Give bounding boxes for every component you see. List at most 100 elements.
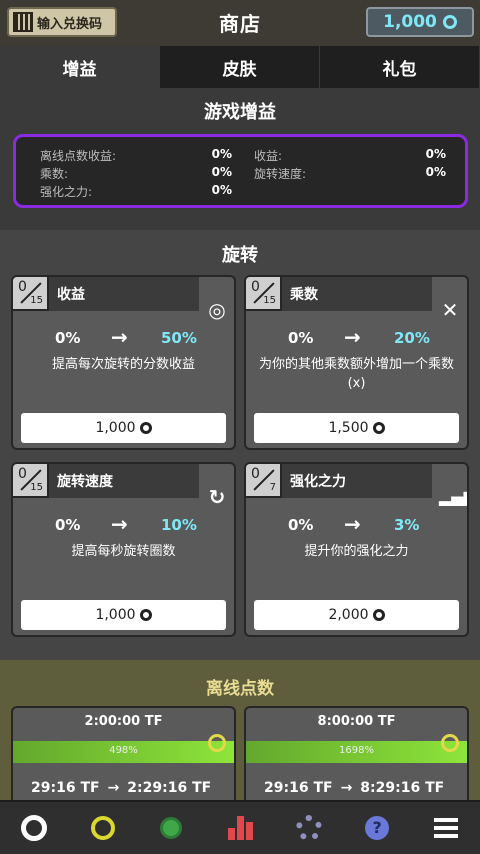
price-label: 1,000 [95,607,136,623]
nav-menu[interactable] [411,802,480,854]
progress-bar: 1698% [246,741,467,763]
tab-skins[interactable]: 皮肤 [160,46,320,88]
offline-card-8h[interactable]: 8:00:00 TF 1698% 29:16 TF → 8:29:16 TF [244,706,469,806]
value-next: 20% [394,329,430,347]
level-current: 0 [18,466,27,482]
section-title: 旋转 [222,245,258,266]
buy-button[interactable]: 1,500 [254,413,459,443]
upgrade-description: 提升你的强化之力 [304,544,409,559]
stat-label: 乘数: [40,167,69,181]
bar-chart-icon: ▂▄▆ [439,487,467,506]
upgrade-name: 收益 [49,277,199,311]
arrow-right-icon: → [344,512,361,536]
upgrade-description: 提高每秒旋转圈数 [71,544,176,559]
price-label: 2,000 [328,607,369,623]
stat-label: 收益: [254,149,283,163]
upgrade-card-income: 0 15 收益 ◎ 0% → 50% 提高每次旋转的分数收益 1,000 [11,275,236,450]
progress-bar: 498% [13,741,234,763]
stopwatch-icon [90,816,115,840]
offline-duration: 8:00:00 TF [317,714,396,729]
arrow-right-icon: → [344,325,361,349]
value-next: 8:29:16 TF [360,780,445,796]
section-title: 游戏增益 [204,102,276,123]
nav-stats[interactable] [206,802,275,854]
stat-offline-income: 离线点数收益: 0% [40,147,232,164]
buy-button[interactable]: 2,000 [254,600,459,630]
spin-section: 旋转 0 15 收益 ◎ 0% → 50% 提高每次旋转的分数收益 1,000 0… [0,230,480,660]
gear-icon [295,815,322,841]
game-gains-section: 游戏增益 离线点数收益: 0% 收益: 0% 乘数: 0% 旋转速度: 0% 强化之力:… [0,88,480,230]
stat-label: 强化之力: [40,185,93,199]
stat-boost-power: 强化之力: 0% [40,183,232,200]
shop-tabs: 增益 皮肤 礼包 [0,46,480,88]
stat-income: 收益: 0% [254,147,446,164]
value-current: 0% [55,329,81,347]
stat-value: 0% [211,165,232,179]
level-current: 0 [18,279,27,295]
bottom-nav: ? [0,800,480,854]
nav-settings[interactable] [274,802,343,854]
stopwatch-icon [208,734,226,752]
upgrade-description: 提高每次旋转的分数收益 [51,357,195,372]
multiply-icon: ✕ [441,298,459,322]
nav-achievements[interactable] [137,802,206,854]
level-current: 0 [251,279,260,295]
rotate-icon: ↻ [208,485,226,509]
upgrade-card-boost-power: 07 强化之力 ▂▄▆ 0% → 3% 提升你的强化之力 2,000 [244,462,469,637]
stopwatch-icon [441,734,459,752]
spin-currency-icon [139,609,152,621]
tab-boosts[interactable]: 增益 [0,46,160,88]
stat-value: 0% [425,165,446,179]
section-title: 离线点数 [206,679,274,699]
level-counter: 0 15 [246,277,282,311]
offline-change: 29:16 TF → 2:29:16 TF [31,780,211,796]
buy-button[interactable]: 1,000 [21,413,226,443]
value-current: 29:16 TF [264,780,333,796]
value-next: 10% [161,516,197,534]
upgrade-description: 为你的其他乘数额外增加一个乘数 (x) [258,357,454,391]
spin-currency-icon [372,422,385,434]
level-max: 15 [30,482,43,493]
level-counter: 07 [246,464,282,498]
tab-packs[interactable]: 礼包 [320,46,480,88]
nav-timer[interactable] [69,802,138,854]
stat-label: 旋转速度: [254,167,307,181]
offline-change: 29:16 TF → 8:29:16 TF [264,780,444,796]
coin-amount: 1,000 [383,12,437,32]
offline-duration: 2:00:00 TF [84,714,163,729]
level-max: 15 [263,295,276,306]
help-icon: ? [365,816,390,840]
level-max: 15 [30,295,43,306]
stat-value: 0% [211,147,232,161]
value-current: 0% [288,329,314,347]
value-current: 0% [55,516,81,534]
medal-icon [160,817,183,839]
buy-button[interactable]: 1,000 [21,600,226,630]
level-counter: 0 15 [13,277,49,311]
target-icon: ◎ [208,298,226,322]
bar-chart-icon [227,816,253,840]
level-counter: 0 15 [13,464,49,498]
offline-card-2h[interactable]: 2:00:00 TF 498% 29:16 TF → 2:29:16 TF [11,706,236,806]
value-next: 50% [161,329,197,347]
value-next: 3% [394,516,420,534]
nav-spin[interactable] [0,802,69,854]
stat-value: 0% [425,147,446,161]
upgrade-name: 强化之力 [282,464,432,498]
upgrade-card-spin-speed: 0 15 旋转速度 ↻ 0% → 10% 提高每秒旋转圈数 1,000 [11,462,236,637]
spin-currency-icon [442,15,457,29]
upgrade-name: 乘数 [282,277,432,311]
arrow-right-icon: → [340,780,353,796]
value-current: 0% [288,516,314,534]
offline-points-section: 离线点数 2:00:00 TF 498% 29:16 TF → 2:29:16 TF… [0,660,480,806]
spin-wheel-icon [21,815,48,841]
menu-icon [433,818,458,838]
price-label: 1,000 [95,420,136,436]
arrow-right-icon: → [107,780,120,796]
value-next: 2:29:16 TF [127,780,212,796]
stat-multiplier: 乘数: 0% [40,165,232,182]
nav-help[interactable]: ? [343,802,412,854]
arrow-right-icon: → [111,512,128,536]
coin-balance: 1,000 [366,7,474,37]
arrow-right-icon: → [111,325,128,349]
